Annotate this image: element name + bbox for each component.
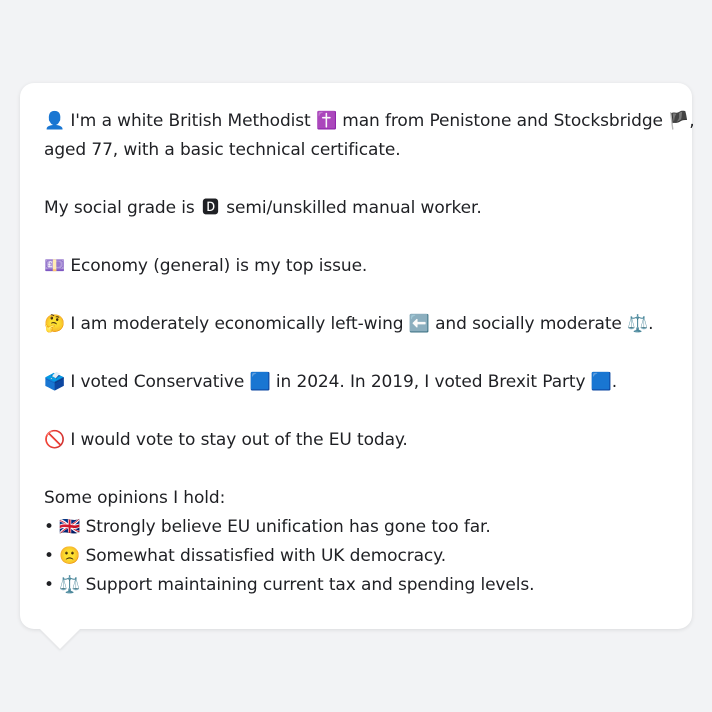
bullet: •: [44, 546, 54, 566]
social-grade-paragraph: My social grade is 🅳 semi/unskilled manu…: [44, 194, 674, 223]
thinking-face-icon: 🤔: [44, 314, 66, 334]
identity-paragraph: 👤 I'm a white British Methodist ✝️ man f…: [44, 107, 695, 165]
bullet: •: [44, 517, 54, 537]
blue-square-icon: 🟦: [249, 372, 271, 392]
person-icon: 👤: [44, 111, 66, 131]
ideology-paragraph: 🤔 I am moderately economically left-wing…: [44, 310, 674, 339]
identity-line-2: aged 77, with a basic technical certific…: [44, 140, 401, 160]
opinion-text: Strongly believe EU unification has gone…: [85, 517, 491, 537]
opinion-item: • ⚖️ Support maintaining current tax and…: [44, 571, 674, 600]
eu-paragraph: 🚫 I would vote to stay out of the EU tod…: [44, 426, 674, 455]
top-issue-paragraph: 💷 Economy (general) is my top issue.: [44, 252, 674, 281]
vote-text-a: I voted Conservative: [70, 372, 245, 392]
uk-flag-icon: 🇬🇧: [59, 517, 81, 537]
opinion-text: Somewhat dissatisfied with UK democracy.: [85, 546, 447, 566]
balance-scale-icon: ⚖️: [59, 575, 81, 595]
opinion-item: • 🙁 Somewhat dissatisfied with UK democr…: [44, 542, 674, 571]
identity-line-1: 👤 I'm a white British Methodist ✝️ man f…: [44, 107, 695, 136]
top-issue-line: 💷 Economy (general) is my top issue.: [44, 252, 674, 281]
opinion-item: • 🇬🇧 Strongly believe EU unification has…: [44, 513, 674, 542]
bubble-tail: [40, 629, 80, 649]
opinion-text: Support maintaining current tax and spen…: [85, 575, 535, 595]
opinions-paragraph: Some opinions I hold: • 🇬🇧 Strongly beli…: [44, 484, 674, 600]
ideology-line: 🤔 I am moderately economically left-wing…: [44, 310, 674, 339]
balance-scale-icon: ⚖️: [627, 314, 649, 334]
letter-d-icon: 🅳: [202, 198, 219, 218]
profile-text: 👤 I'm a white British Methodist ✝️ man f…: [44, 107, 695, 600]
social-grade-line: My social grade is 🅳 semi/unskilled manu…: [44, 194, 674, 223]
cross-icon: ✝️: [315, 111, 338, 131]
eu-line: 🚫 I would vote to stay out of the EU tod…: [44, 426, 674, 455]
vote-paragraph: 🗳️ I voted Conservative 🟦 in 2024. In 20…: [44, 368, 674, 397]
identity-text-c: ,: [689, 111, 695, 131]
social-grade-text-a: My social grade is: [44, 198, 195, 218]
eu-text: I would vote to stay out of the EU today…: [70, 430, 408, 450]
top-issue-text: Economy (general) is my top issue.: [70, 256, 368, 276]
ideology-text-a: I am moderately economically left-wing: [70, 314, 404, 334]
banknote-icon: 💷: [44, 256, 66, 276]
prohibited-icon: 🚫: [44, 430, 66, 450]
vote-line: 🗳️ I voted Conservative 🟦 in 2024. In 20…: [44, 368, 674, 397]
ideology-text-b: and socially moderate: [435, 314, 622, 334]
england-flag-icon: 🏴: [668, 111, 690, 131]
identity-text-b: man from Penistone and Stocksbridge: [342, 111, 663, 131]
blue-square-icon: 🟦: [590, 372, 612, 392]
vote-text-c: .: [611, 372, 618, 392]
social-grade-text-b: semi/unskilled manual worker.: [226, 198, 482, 218]
opinions-heading: Some opinions I hold:: [44, 488, 226, 508]
ballot-box-icon: 🗳️: [44, 372, 66, 392]
vote-text-b: in 2024. In 2019, I voted Brexit Party: [275, 372, 586, 392]
bullet: •: [44, 575, 54, 595]
left-arrow-icon: ⬅️: [408, 314, 430, 334]
ideology-text-c: .: [648, 314, 654, 334]
frowning-face-icon: 🙁: [59, 546, 81, 566]
identity-text-a: I'm a white British Methodist: [70, 111, 311, 131]
